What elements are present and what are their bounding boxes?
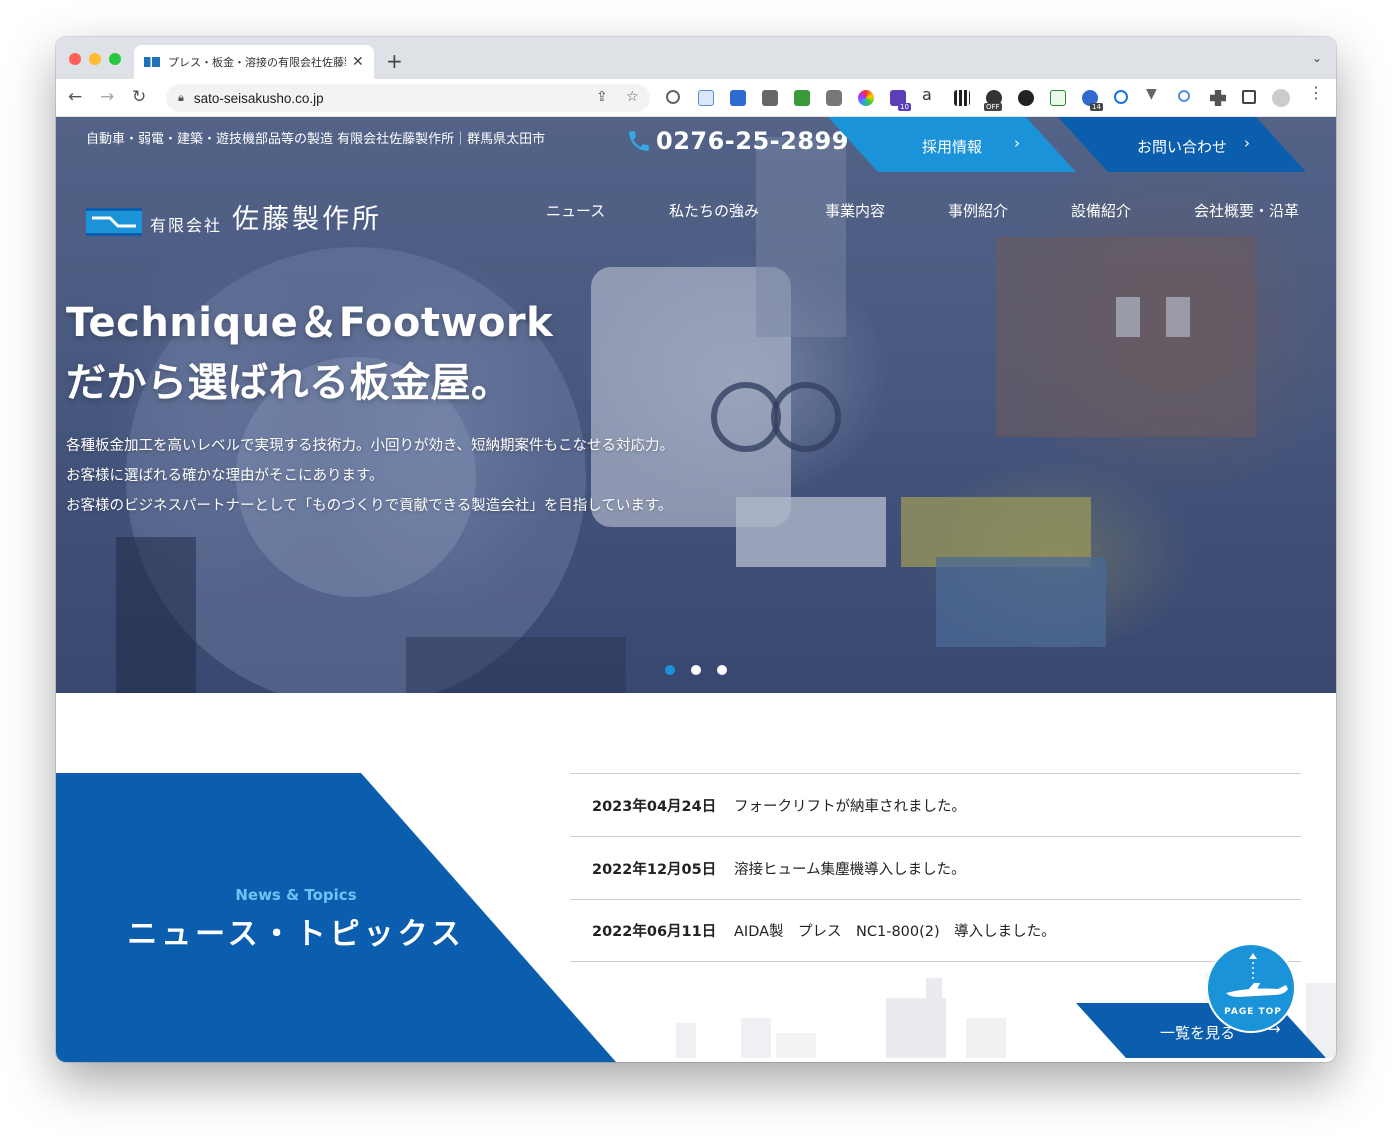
address-bar[interactable]: 🔒︎ sato-seisakusho.co.jp ⇪ ☆: [166, 84, 650, 112]
news-date: 2022年12月05日: [592, 861, 717, 878]
color-picker-extension-icon[interactable]: [858, 90, 874, 106]
profile-avatar-icon[interactable]: [1272, 89, 1290, 107]
news-title: AIDA製 プレス NC1-800(2) 導入しました。: [734, 924, 1056, 940]
mail-badge: 10: [898, 103, 911, 111]
news-item[interactable]: 2022年12月05日 溶接ヒューム集塵機導入しました。: [570, 836, 1301, 899]
site-logo[interactable]: 有限会社 佐藤製作所: [86, 197, 382, 236]
logo-name: 佐藤製作所: [232, 204, 383, 235]
news-heading-panel: News & Topics ニュース・トピックス: [56, 773, 616, 1062]
slider-dot-3[interactable]: [717, 665, 727, 675]
company-info: 自動車・弱電・建築・遊技機部品等の製造 有限会社佐藤製作所｜群馬県太田市: [86, 132, 546, 147]
recycle-extension-icon[interactable]: [666, 90, 680, 104]
browser-window: プレス・板金・溶接の有限会社佐藤製作所 ✕ + ⌄ ← → ↻ 🔒︎ sato-…: [56, 37, 1336, 1062]
nav-item-strengths[interactable]: 私たちの強み: [669, 200, 759, 221]
hero-title-line1: Technique＆Footwork: [66, 300, 554, 346]
phone-link[interactable]: 0276-25-2899: [626, 127, 849, 155]
hero-section: 自動車・弱電・建築・遊技機部品等の製造 有限会社佐藤製作所｜群馬県太田市 027…: [56, 117, 1336, 693]
nav-item-business[interactable]: 事業内容: [825, 200, 885, 221]
page-top-label: PAGE TOP: [1224, 1007, 1282, 1017]
hero-title-line2: だから選ばれる板金屋。: [66, 360, 512, 406]
screenshot-extension-icon[interactable]: [698, 90, 714, 106]
maximize-window-button[interactable]: [109, 53, 121, 65]
hero-body-line: お客様のビジネスパートナーとして「ものづくりで貢献できる製造会社」を目指していま…: [66, 498, 673, 514]
vue-extension-icon[interactable]: ▼: [1146, 86, 1162, 102]
browser-menu-icon[interactable]: ⋮: [1308, 83, 1324, 102]
nav-item-equipment[interactable]: 設備紹介: [1071, 200, 1131, 221]
news-list: 2023年04月24日 フォークリフトが納車されました。 2022年12月05日…: [570, 773, 1301, 962]
qr-code-extension-icon[interactable]: [954, 90, 970, 106]
airplane-icon: [1226, 953, 1288, 997]
url-text: sato-seisakusho.co.jp: [193, 90, 324, 106]
close-window-button[interactable]: [69, 53, 81, 65]
new-tab-button[interactable]: +: [386, 49, 403, 73]
code-extension-icon[interactable]: [762, 90, 778, 106]
news-date: 2023年04月24日: [592, 798, 717, 815]
slider-dot-1[interactable]: [665, 665, 675, 675]
news-title: 溶接ヒューム集塵機導入しました。: [734, 861, 966, 878]
news-heading-ja: ニュース・トピックス: [127, 917, 465, 952]
amazon-extension-icon[interactable]: a: [922, 85, 938, 104]
hero-body-line: 各種板金加工を高いレベルで実現する技術力。小回りが効き、短納期案件もこなせる対応…: [66, 438, 674, 454]
dark-mode-extension-icon[interactable]: [1018, 90, 1034, 106]
robot-extension-icon[interactable]: [794, 90, 810, 106]
hero-title: Technique＆Footwork だから選ばれる板金屋。: [66, 293, 553, 413]
nav-item-news[interactable]: ニュース: [546, 200, 605, 221]
hero-body: 各種板金加工を高いレベルで実現する技術力。小回りが効き、短納期案件もこなせる対応…: [66, 431, 674, 521]
slider-dot-2[interactable]: [691, 665, 701, 675]
logo-prefix: 有限会社: [150, 216, 223, 235]
tab-title: プレス・板金・溶接の有限会社佐藤製作所: [168, 57, 346, 69]
extensions-puzzle-icon[interactable]: [1210, 90, 1226, 106]
chevron-right-icon: ›: [1244, 134, 1250, 152]
phone-number: 0276-25-2899: [656, 127, 849, 155]
bookmark-star-icon[interactable]: ☆: [626, 89, 639, 105]
tab-strip: プレス・板金・溶接の有限会社佐藤製作所 ✕ + ⌄: [56, 37, 1336, 79]
link-extension-icon[interactable]: [1178, 90, 1190, 102]
camera-extension-icon[interactable]: [826, 90, 842, 106]
browser-tab[interactable]: プレス・板金・溶接の有限会社佐藤製作所 ✕: [134, 45, 374, 79]
nav-item-company[interactable]: 会社概要・沿革: [1194, 200, 1299, 221]
side-panel-icon[interactable]: [1242, 90, 1256, 104]
recruit-label: 採用情報: [921, 138, 982, 156]
lock-icon: 🔒︎: [178, 91, 184, 104]
news-title: フォークリフトが納車されました。: [734, 798, 966, 815]
translate-extension-icon[interactable]: [730, 90, 746, 106]
news-date: 2022年06月11日: [592, 924, 717, 940]
close-tab-icon[interactable]: ✕: [352, 54, 364, 70]
browser-toolbar: ← → ↻ 🔒︎ sato-seisakusho.co.jp ⇪ ☆ 10 a …: [56, 79, 1336, 117]
logo-mark-icon: [86, 208, 142, 236]
back-icon[interactable]: ←: [68, 87, 82, 107]
tab-search-icon[interactable]: ⌄: [1312, 51, 1322, 65]
phone-icon: [629, 131, 649, 151]
news-item[interactable]: 2023年04月24日 フォークリフトが納車されました。: [570, 773, 1301, 836]
minimize-window-button[interactable]: [89, 53, 101, 65]
sync-badge: 14: [1090, 103, 1103, 111]
favicon-icon: [144, 57, 160, 67]
contact-label: お問い合わせ: [1136, 138, 1227, 156]
hero-body-line: お客様に選ばれる確かな理由がそこにあります。: [66, 468, 384, 484]
page-top-button[interactable]: PAGE TOP: [1206, 943, 1296, 1033]
news-heading-en: News & Topics: [235, 886, 357, 904]
news-item[interactable]: 2022年06月11日 AIDA製 プレス NC1-800(2) 導入しました。: [570, 899, 1301, 962]
off-badge: OFF: [984, 103, 1002, 111]
share-icon[interactable]: ⇪: [596, 89, 608, 105]
history-extension-icon[interactable]: [1114, 90, 1128, 104]
nav-item-cases[interactable]: 事例紹介: [948, 200, 1008, 221]
forward-icon[interactable]: →: [100, 87, 114, 107]
reload-icon[interactable]: ↻: [132, 87, 146, 107]
chevron-right-icon: ›: [1014, 134, 1020, 152]
np-extension-icon[interactable]: [1050, 90, 1066, 106]
